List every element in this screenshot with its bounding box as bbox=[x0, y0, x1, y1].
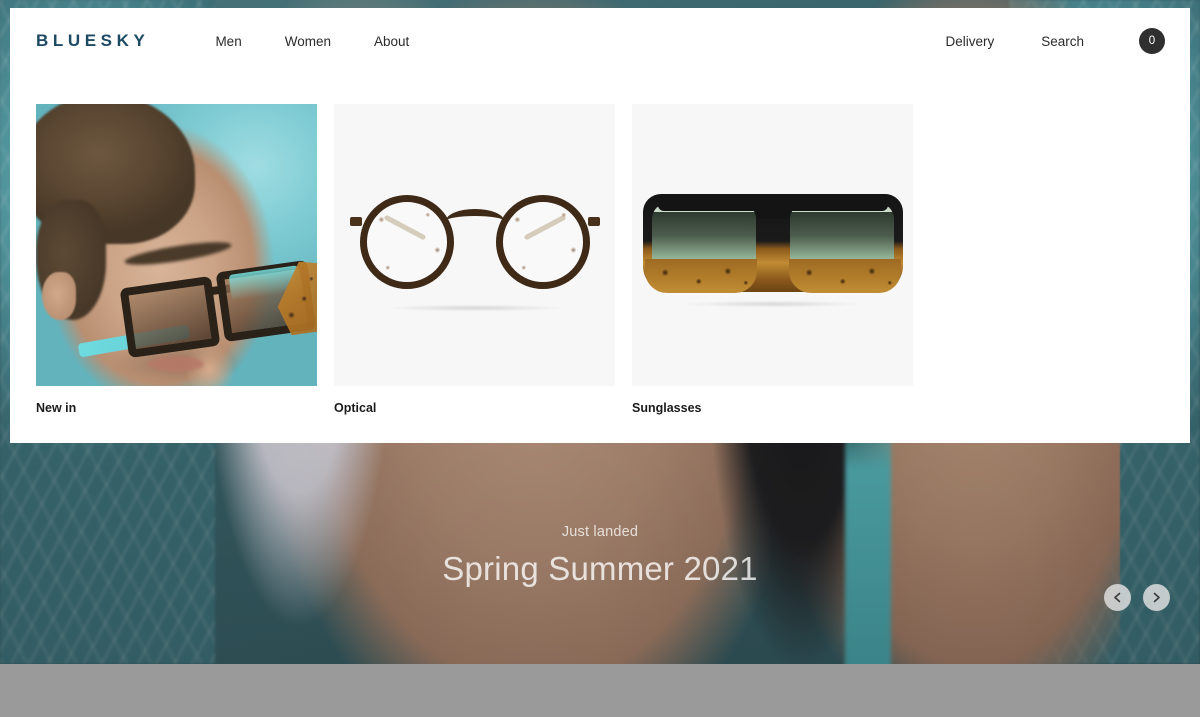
model-photo bbox=[36, 104, 317, 386]
worn-sunglasses bbox=[72, 256, 317, 374]
category-card-new-in[interactable]: New in bbox=[36, 104, 317, 415]
category-label-new-in: New in bbox=[36, 401, 77, 415]
category-image-new-in bbox=[36, 104, 317, 386]
cart-badge[interactable]: 0 bbox=[1139, 28, 1165, 54]
content-panel: BLUESKY Men Women About Delivery Search … bbox=[10, 8, 1190, 443]
sun-bridge bbox=[755, 205, 790, 219]
primary-nav: Men Women About bbox=[215, 34, 409, 49]
optical-bridge bbox=[445, 209, 504, 221]
carousel-next-button[interactable] bbox=[1143, 584, 1170, 611]
sun-drop-shadow bbox=[647, 299, 898, 309]
sunglasses-illustration bbox=[642, 194, 903, 309]
optical-hinge-left bbox=[349, 217, 362, 226]
carousel-nav bbox=[1104, 584, 1170, 611]
sun-tortoise-left bbox=[644, 259, 757, 293]
utility-nav: Delivery Search 0 bbox=[945, 28, 1165, 54]
hero-title: Spring Summer 2021 bbox=[442, 550, 758, 587]
hero-copy: Just landed Spring Summer 2021 bbox=[0, 524, 1200, 588]
brand-logo[interactable]: BLUESKY bbox=[36, 31, 149, 51]
category-grid: New in Optical Sunglasses bbox=[10, 74, 1190, 415]
nav-item-delivery[interactable]: Delivery bbox=[945, 34, 994, 49]
category-image-sunglasses bbox=[632, 104, 913, 386]
category-image-optical bbox=[334, 104, 615, 386]
chevron-left-icon bbox=[1114, 592, 1121, 603]
optical-frames-illustration bbox=[349, 195, 600, 313]
category-label-sunglasses: Sunglasses bbox=[632, 401, 702, 415]
nav-item-women[interactable]: Women bbox=[285, 34, 331, 49]
category-card-sunglasses[interactable]: Sunglasses bbox=[632, 104, 913, 415]
model-ear bbox=[42, 272, 76, 320]
optical-lens-right bbox=[495, 195, 590, 289]
optical-drop-shadow bbox=[349, 303, 600, 313]
chevron-right-icon bbox=[1153, 592, 1160, 603]
optical-hinge-right bbox=[587, 217, 600, 226]
viewport-bottom-strip bbox=[0, 664, 1200, 717]
category-card-optical[interactable]: Optical bbox=[334, 104, 615, 415]
nav-item-search[interactable]: Search bbox=[1041, 34, 1084, 49]
category-label-optical: Optical bbox=[334, 401, 377, 415]
sunglasses-lens-left bbox=[119, 275, 221, 359]
hero-eyebrow: Just landed bbox=[561, 524, 639, 540]
nav-item-about[interactable]: About bbox=[374, 34, 409, 49]
carousel-prev-button[interactable] bbox=[1104, 584, 1131, 611]
nav-item-men[interactable]: Men bbox=[215, 34, 241, 49]
site-header: BLUESKY Men Women About Delivery Search … bbox=[10, 8, 1190, 74]
sun-tortoise-right bbox=[788, 259, 901, 293]
optical-lens-left bbox=[359, 195, 454, 289]
